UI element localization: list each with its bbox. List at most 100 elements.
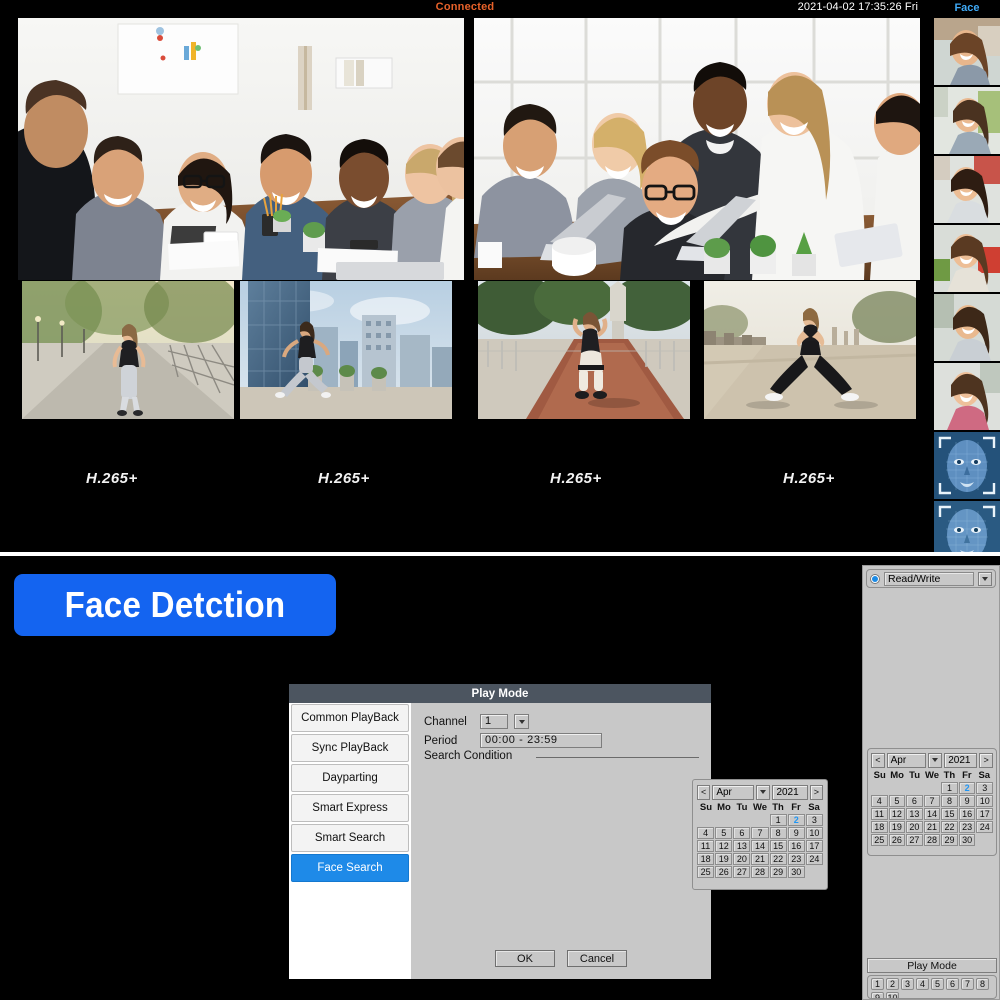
channel-button[interactable]: 8: [976, 978, 989, 990]
calendar-day[interactable]: 15: [770, 840, 787, 852]
calendar-day[interactable]: 11: [697, 840, 714, 852]
calendar-day[interactable]: 2: [788, 814, 805, 826]
side-calendar-day[interactable]: 25: [871, 834, 888, 846]
side-calendar-day[interactable]: 20: [906, 821, 923, 833]
side-calendar-day[interactable]: 12: [889, 808, 906, 820]
side-calendar-day[interactable]: 21: [924, 821, 941, 833]
side-calendar-day[interactable]: 10: [976, 795, 993, 807]
read-write-value[interactable]: Read/Write: [884, 572, 974, 586]
face-thumb-6[interactable]: [934, 363, 1000, 430]
calendar-year-input[interactable]: 2021: [772, 785, 807, 800]
video-cell-3[interactable]: [22, 281, 234, 419]
calendar-day[interactable]: 26: [715, 866, 732, 878]
calendar-next-button[interactable]: >: [810, 785, 823, 800]
channel-button[interactable]: 1: [871, 978, 884, 990]
calendar-day[interactable]: 30: [788, 866, 805, 878]
calendar-prev-button[interactable]: <: [697, 785, 710, 800]
face-thumb-3[interactable]: [934, 156, 1000, 223]
side-calendar-day[interactable]: 17: [976, 808, 993, 820]
calendar-day[interactable]: 23: [788, 853, 805, 865]
menu-item-smart-search[interactable]: Smart Search: [291, 824, 409, 852]
side-calendar-day[interactable]: 4: [871, 795, 888, 807]
side-calendar-day[interactable]: 14: [924, 808, 941, 820]
side-calendar-day[interactable]: 8: [941, 795, 958, 807]
side-calendar-month-dropdown-button[interactable]: [928, 753, 943, 768]
face-thumb-4[interactable]: [934, 225, 1000, 292]
side-calendar-year-input[interactable]: 2021: [944, 753, 977, 768]
channel-button[interactable]: 5: [931, 978, 944, 990]
channel-button[interactable]: 10: [886, 992, 899, 999]
side-calendar-day[interactable]: 11: [871, 808, 888, 820]
calendar-day[interactable]: 12: [715, 840, 732, 852]
side-calendar-day[interactable]: 9: [959, 795, 976, 807]
menu-item-common-playback[interactable]: Common PlayBack: [291, 704, 409, 732]
radio-icon[interactable]: [870, 574, 880, 584]
channel-button[interactable]: 4: [916, 978, 929, 990]
video-cell-1[interactable]: [18, 18, 464, 280]
calendar-day[interactable]: 14: [751, 840, 768, 852]
calendar-day[interactable]: 19: [715, 853, 732, 865]
channel-button[interactable]: 3: [901, 978, 914, 990]
video-cell-6[interactable]: [704, 281, 916, 419]
channel-button[interactable]: 6: [946, 978, 959, 990]
channel-button[interactable]: 9: [871, 992, 884, 999]
side-calendar-day[interactable]: 15: [941, 808, 958, 820]
menu-item-dayparting[interactable]: Dayparting: [291, 764, 409, 792]
side-calendar-month-select[interactable]: Apr: [887, 753, 926, 768]
menu-item-smart-express[interactable]: Smart Express: [291, 794, 409, 822]
calendar-day[interactable]: 21: [751, 853, 768, 865]
side-calendar-prev-button[interactable]: <: [871, 753, 885, 768]
calendar-day[interactable]: 24: [806, 853, 823, 865]
calendar-day[interactable]: 29: [770, 866, 787, 878]
side-calendar-day[interactable]: 18: [871, 821, 888, 833]
calendar-month-select[interactable]: Apr: [712, 785, 754, 800]
calendar-day[interactable]: 22: [770, 853, 787, 865]
calendar-day[interactable]: 8: [770, 827, 787, 839]
calendar-day[interactable]: 1: [770, 814, 787, 826]
side-calendar-day[interactable]: 16: [959, 808, 976, 820]
side-calendar-day[interactable]: 7: [924, 795, 941, 807]
video-cell-5[interactable]: [478, 281, 690, 419]
face-thumb-5[interactable]: [934, 294, 1000, 361]
face-thumb-2[interactable]: [934, 87, 1000, 154]
side-calendar-day[interactable]: 13: [906, 808, 923, 820]
read-write-dropdown-button[interactable]: [978, 572, 992, 586]
calendar-day[interactable]: 13: [733, 840, 750, 852]
side-calendar-day[interactable]: 28: [924, 834, 941, 846]
side-calendar-day[interactable]: 1: [941, 782, 958, 794]
side-calendar-day[interactable]: 3: [976, 782, 993, 794]
video-cell-2[interactable]: [474, 18, 920, 280]
calendar-day[interactable]: 10: [806, 827, 823, 839]
side-calendar-day[interactable]: 29: [941, 834, 958, 846]
side-calendar-day[interactable]: 19: [889, 821, 906, 833]
face-thumb-1[interactable]: [934, 18, 1000, 85]
side-calendar-next-button[interactable]: >: [979, 753, 993, 768]
calendar-day[interactable]: 9: [788, 827, 805, 839]
side-calendar-day[interactable]: 23: [959, 821, 976, 833]
calendar-day[interactable]: 25: [697, 866, 714, 878]
calendar-day[interactable]: 20: [733, 853, 750, 865]
calendar-day[interactable]: 3: [806, 814, 823, 826]
calendar-day[interactable]: 18: [697, 853, 714, 865]
calendar-day[interactable]: 7: [751, 827, 768, 839]
calendar-day[interactable]: 17: [806, 840, 823, 852]
channel-button[interactable]: 2: [886, 978, 899, 990]
menu-item-face-search[interactable]: Face Search: [291, 854, 409, 882]
side-calendar-day[interactable]: 22: [941, 821, 958, 833]
calendar-day[interactable]: 28: [751, 866, 768, 878]
side-calendar-day[interactable]: 26: [889, 834, 906, 846]
menu-item-sync-playback[interactable]: Sync PlayBack: [291, 734, 409, 762]
calendar-day[interactable]: 5: [715, 827, 732, 839]
video-cell-4[interactable]: [240, 281, 452, 419]
channel-dropdown-button[interactable]: [514, 714, 529, 729]
face-thumb-7[interactable]: [934, 432, 1000, 499]
tab-face[interactable]: Face: [934, 0, 1000, 16]
calendar-day[interactable]: 27: [733, 866, 750, 878]
calendar-day[interactable]: 4: [697, 827, 714, 839]
cancel-button[interactable]: Cancel: [567, 950, 627, 967]
side-calendar-day[interactable]: 24: [976, 821, 993, 833]
read-write-row[interactable]: Read/Write: [866, 569, 996, 588]
side-calendar-day[interactable]: 6: [906, 795, 923, 807]
calendar-month-dropdown-button[interactable]: [756, 785, 770, 800]
side-calendar-day[interactable]: 27: [906, 834, 923, 846]
